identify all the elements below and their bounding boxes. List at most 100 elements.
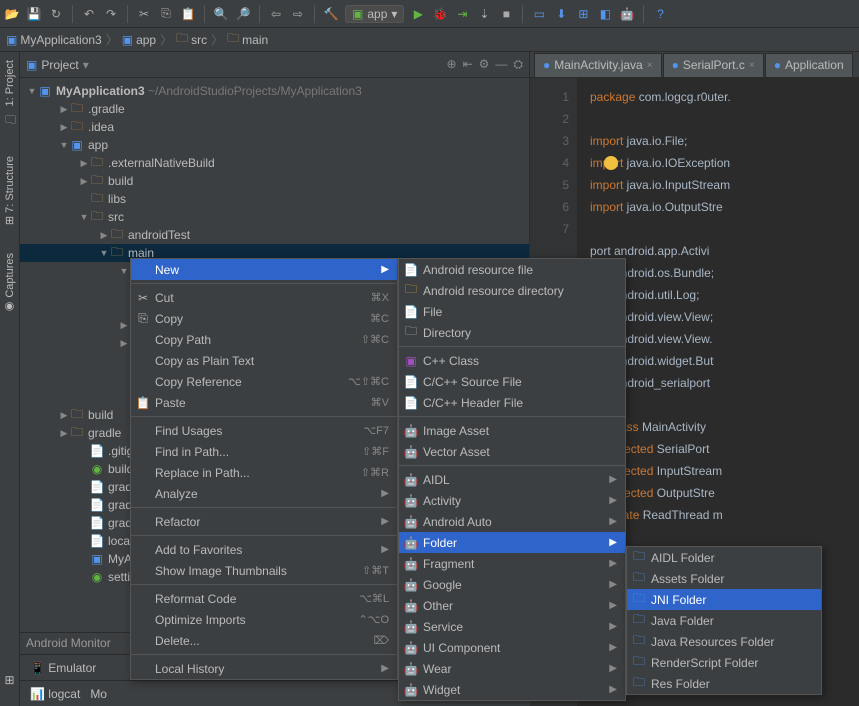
menu-add-favorites[interactable]: Add to Favorites▶	[131, 539, 397, 560]
settings-icon[interactable]: ⛭	[513, 57, 523, 72]
menu-refactor[interactable]: Refactor▶	[131, 511, 397, 532]
menu-android-resource-dir[interactable]: 🗀Android resource directory	[399, 280, 625, 301]
menu-local-history[interactable]: Local History▶	[131, 658, 397, 679]
structure-tool-tab[interactable]: ⊞ 7: Structure	[1, 152, 18, 229]
stop-icon[interactable]: ■	[498, 6, 514, 22]
tree-node[interactable]: ▶🗀androidTest	[20, 226, 529, 244]
menu-delete[interactable]: Delete...⌦	[131, 630, 397, 651]
menu-directory[interactable]: 🗀Directory	[399, 322, 625, 343]
menu-optimize-imports[interactable]: Optimize Imports⌃⌥O	[131, 609, 397, 630]
captures-tool-tab[interactable]: ◉ Captures	[1, 249, 18, 318]
copy-icon[interactable]: ⎘	[158, 6, 174, 22]
close-icon[interactable]: ×	[749, 60, 755, 71]
run-icon[interactable]: ▶	[410, 6, 426, 22]
panel-title[interactable]: ▣ Project ▾	[26, 58, 447, 72]
tree-node[interactable]: ▼▣app	[20, 136, 529, 154]
menu-copy[interactable]: ⎘Copy⌘C	[131, 308, 397, 329]
open-icon[interactable]: 📂	[4, 6, 20, 22]
tree-node[interactable]: ▶🗀.idea	[20, 118, 529, 136]
menu-widget[interactable]: 🤖Widget▶	[399, 679, 625, 700]
menu-analyze[interactable]: Analyze▶	[131, 483, 397, 504]
menu-renderscript-folder[interactable]: 🗀RenderScript Folder	[627, 652, 821, 673]
menu-wear[interactable]: 🤖Wear▶	[399, 658, 625, 679]
paste-icon[interactable]: 📋	[180, 6, 196, 22]
menu-copy-path[interactable]: Copy Path⇧⌘C	[131, 329, 397, 350]
menu-java-res-folder[interactable]: 🗀Java Resources Folder	[627, 631, 821, 652]
tree-node[interactable]: ▶🗀.gradle	[20, 100, 529, 118]
hide-icon[interactable]: —	[495, 57, 507, 72]
bottom-gutter-icon[interactable]: ⊞	[0, 654, 20, 706]
gear-icon[interactable]: ⚙	[479, 57, 490, 72]
sdk-icon[interactable]: ⬇	[553, 6, 569, 22]
breadcrumb-item[interactable]: ▣MyApplication3	[6, 33, 102, 47]
run-config-selector[interactable]: ▣ app ▾	[345, 5, 404, 23]
avd-icon[interactable]: ▭	[531, 6, 547, 22]
forward-icon[interactable]: ⇨	[290, 6, 306, 22]
menu-cpp-header[interactable]: 📄C/C++ Header File	[399, 392, 625, 413]
monitors-tab[interactable]: Mo	[90, 687, 107, 701]
menu-activity[interactable]: 🤖Activity▶	[399, 490, 625, 511]
tab-application[interactable]: ●Application	[765, 53, 853, 77]
tree-root[interactable]: ▼▣MyApplication3 ~/AndroidStudioProjects…	[20, 82, 529, 100]
menu-find-usages[interactable]: Find Usages⌥F7	[131, 420, 397, 441]
project-tool-tab[interactable]: 🗀 1: Project	[0, 56, 21, 132]
monitor-icon[interactable]: ⊞	[575, 6, 591, 22]
menu-ui-component[interactable]: 🤖UI Component▶	[399, 637, 625, 658]
make-icon[interactable]: 🔨	[323, 6, 339, 22]
menu-fragment[interactable]: 🤖Fragment▶	[399, 553, 625, 574]
menu-replace-in-path[interactable]: Replace in Path...⇧⌘R	[131, 462, 397, 483]
tab-serialport[interactable]: ●SerialPort.c×	[663, 53, 764, 77]
cut-icon[interactable]: ✂	[136, 6, 152, 22]
attach-icon[interactable]: ⇣	[476, 6, 492, 22]
menu-res-folder[interactable]: 🗀Res Folder	[627, 673, 821, 694]
menu-new[interactable]: New▶	[131, 259, 397, 280]
breadcrumb-item[interactable]: ▣app	[122, 33, 156, 47]
help-icon[interactable]: ?	[652, 6, 668, 22]
replace-icon[interactable]: 🔎	[235, 6, 251, 22]
menu-service[interactable]: 🤖Service▶	[399, 616, 625, 637]
tree-node[interactable]: ▶🗀.externalNativeBuild	[20, 154, 529, 172]
menu-reformat[interactable]: Reformat Code⌥⌘L	[131, 588, 397, 609]
debug-icon[interactable]: 🐞	[432, 6, 448, 22]
collapse-icon[interactable]: ⇤	[463, 57, 473, 72]
menu-cpp-class[interactable]: ▣C++ Class	[399, 350, 625, 371]
menu-android-resource-file[interactable]: 📄Android resource file	[399, 259, 625, 280]
run2-icon[interactable]: ⇥	[454, 6, 470, 22]
android-icon[interactable]: 🤖	[619, 6, 635, 22]
menu-aidl[interactable]: 🤖AIDL▶	[399, 469, 625, 490]
menu-google[interactable]: 🤖Google▶	[399, 574, 625, 595]
emulator-tab[interactable]: 📱 Emulator	[30, 661, 96, 675]
tree-node[interactable]: 🗀libs	[20, 190, 529, 208]
sync-icon[interactable]: ↻	[48, 6, 64, 22]
menu-paste[interactable]: 📋Paste⌘V	[131, 392, 397, 413]
menu-show-thumbnails[interactable]: Show Image Thumbnails⇧⌘T	[131, 560, 397, 581]
redo-icon[interactable]: ↷	[103, 6, 119, 22]
back-icon[interactable]: ⇦	[268, 6, 284, 22]
menu-copy-plain[interactable]: Copy as Plain Text	[131, 350, 397, 371]
tab-mainactivity[interactable]: ●MainActivity.java×	[534, 53, 662, 77]
menu-cpp-source[interactable]: 📄C/C++ Source File	[399, 371, 625, 392]
menu-jni-folder[interactable]: 🗀JNI Folder	[627, 589, 821, 610]
bulb-icon[interactable]	[604, 156, 618, 170]
menu-other[interactable]: 🤖Other▶	[399, 595, 625, 616]
breadcrumb-item[interactable]: 🗀main	[227, 29, 268, 50]
menu-file[interactable]: 📄File	[399, 301, 625, 322]
menu-java-folder[interactable]: 🗀Java Folder	[627, 610, 821, 631]
menu-assets-folder[interactable]: 🗀Assets Folder	[627, 568, 821, 589]
menu-cut[interactable]: ✂Cut⌘X	[131, 287, 397, 308]
menu-find-in-path[interactable]: Find in Path...⇧⌘F	[131, 441, 397, 462]
tree-node[interactable]: ▼🗀src	[20, 208, 529, 226]
breadcrumb-item[interactable]: 🗀src	[176, 29, 207, 50]
layout-icon[interactable]: ◧	[597, 6, 613, 22]
logcat-tab[interactable]: 📊 logcat	[30, 687, 80, 701]
tree-node[interactable]: ▶🗀build	[20, 172, 529, 190]
menu-copy-ref[interactable]: Copy Reference⌥⇧⌘C	[131, 371, 397, 392]
target-icon[interactable]: ⊕	[447, 57, 457, 72]
menu-image-asset[interactable]: 🤖Image Asset	[399, 420, 625, 441]
menu-android-auto[interactable]: 🤖Android Auto▶	[399, 511, 625, 532]
close-icon[interactable]: ×	[647, 60, 653, 71]
menu-vector-asset[interactable]: 🤖Vector Asset	[399, 441, 625, 462]
undo-icon[interactable]: ↶	[81, 6, 97, 22]
find-icon[interactable]: 🔍	[213, 6, 229, 22]
save-icon[interactable]: 💾	[26, 6, 42, 22]
